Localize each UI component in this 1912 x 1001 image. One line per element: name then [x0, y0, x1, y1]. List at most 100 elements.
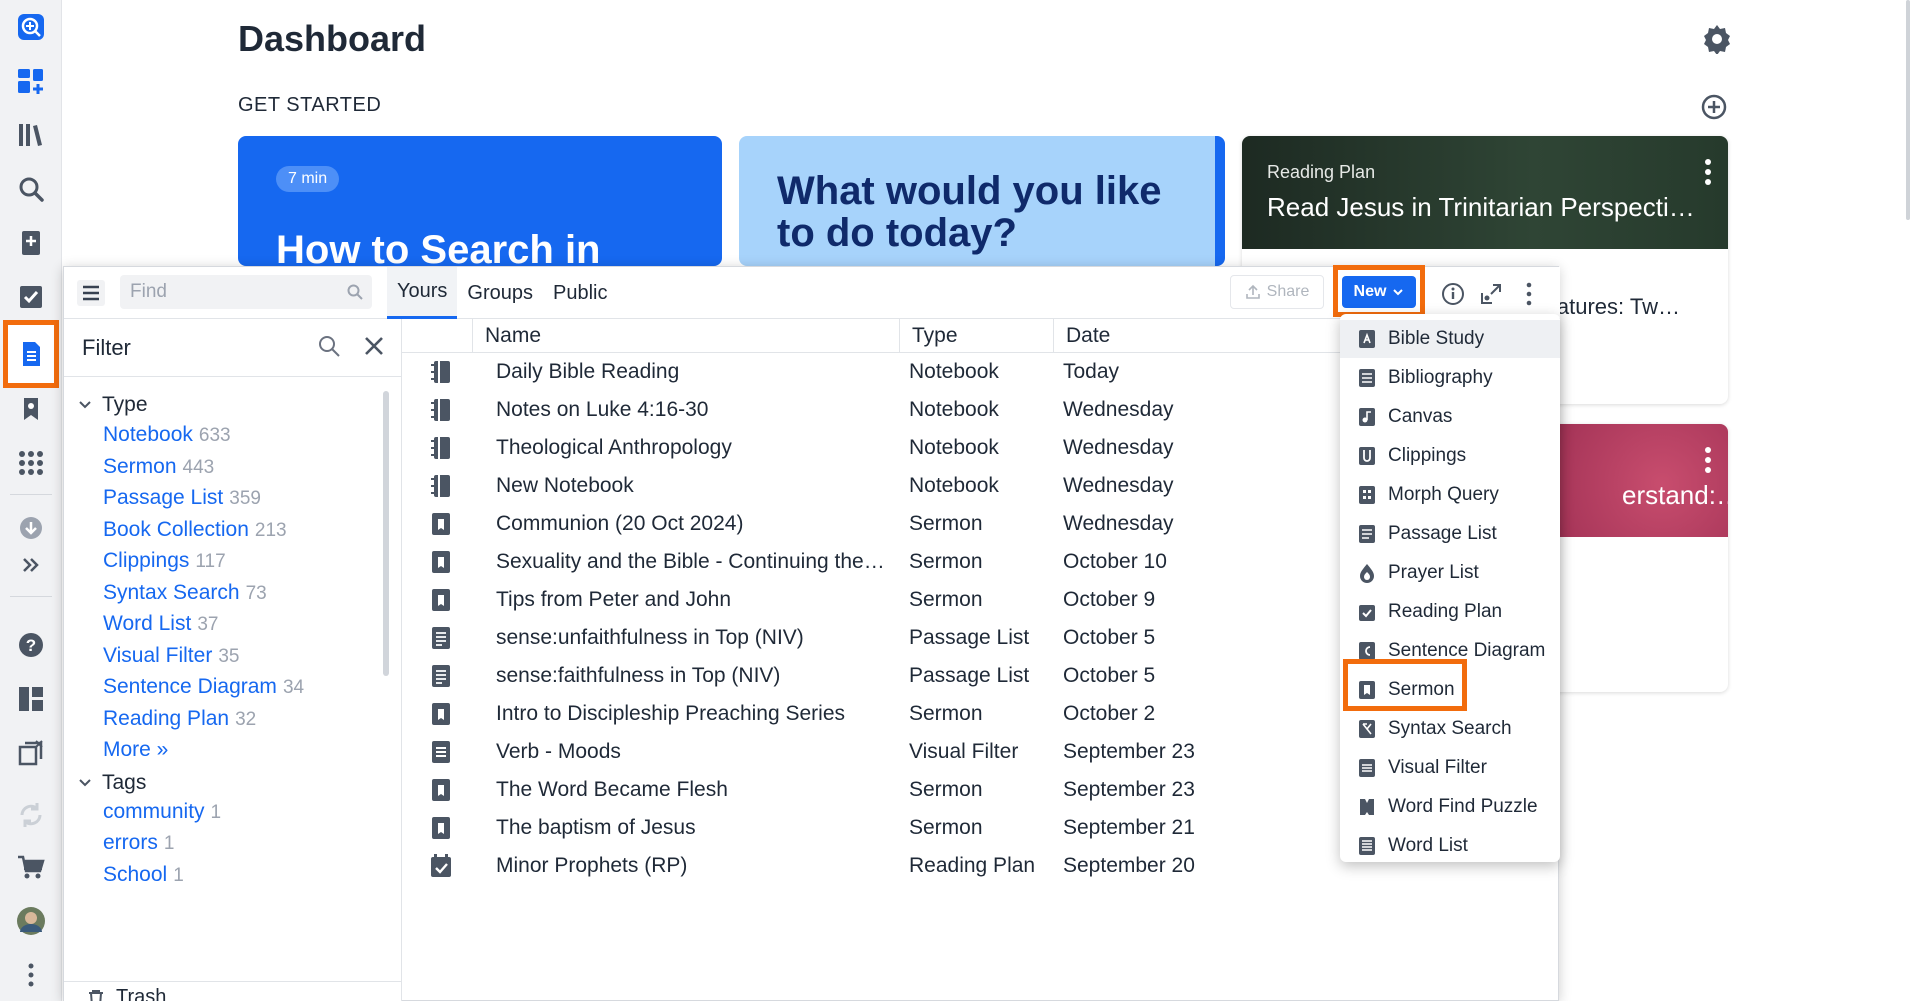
filter-item-reading-plan[interactable]: Reading Plan 32	[103, 707, 256, 731]
filter-more-link[interactable]: More »	[103, 738, 168, 762]
svg-text:?: ?	[26, 636, 36, 655]
row-type: Passage List	[909, 664, 1030, 687]
search-icon[interactable]	[317, 334, 341, 358]
menu-item-canvas[interactable]: Canvas	[1340, 398, 1560, 436]
cart-icon[interactable]	[8, 844, 54, 890]
documents-icon[interactable]	[3, 320, 59, 388]
search-icon	[347, 284, 363, 300]
card-what-to-do[interactable]: What would you like to do today?	[739, 136, 1225, 266]
documents-tabs: Yours Groups Public	[387, 267, 618, 319]
row-type: Notebook	[909, 398, 999, 421]
notebook-icon	[426, 429, 456, 467]
more-vertical-icon[interactable]	[8, 952, 54, 998]
row-date: September 23	[1063, 740, 1195, 763]
filter-sidebar: Filter Type Notebook 633 Sermon 443 Passag…	[64, 319, 402, 1001]
filter-item-label: Passage List	[103, 486, 224, 509]
column-name-header[interactable]: Name	[472, 319, 874, 353]
menu-icon[interactable]	[76, 279, 106, 307]
info-icon[interactable]	[1440, 281, 1466, 307]
row-name: Intro to Discipleship Preaching Series	[496, 702, 846, 725]
filter-item-label: Visual Filter	[103, 644, 213, 667]
filter-scrollbar[interactable]	[383, 391, 389, 676]
menu-item-morph-query[interactable]: Morph Query	[1340, 476, 1560, 514]
filter-item-clippings[interactable]: Clippings 117	[103, 549, 226, 573]
filter-item-book-collection[interactable]: Book Collection 213	[103, 518, 287, 542]
card-menu-icon[interactable]	[1704, 158, 1712, 186]
sync-icon[interactable]	[8, 792, 54, 838]
facet-tags-toggle[interactable]: Tags	[78, 769, 146, 797]
filter-item-notebook[interactable]: Notebook 633	[103, 423, 231, 447]
column-type-header[interactable]: Type	[899, 319, 1053, 353]
menu-item-visual-filter[interactable]: Visual Filter	[1340, 749, 1560, 787]
trash-item[interactable]: Trash	[64, 981, 401, 1001]
row-type: Visual Filter	[909, 740, 1019, 763]
find-input[interactable]	[120, 275, 330, 309]
filter-item-sentence-diagram[interactable]: Sentence Diagram 34	[103, 675, 304, 699]
checklist-icon[interactable]	[8, 274, 54, 320]
tab-public[interactable]: Public	[543, 267, 617, 319]
filter-item-count: 32	[235, 709, 257, 730]
expand-rail-icon[interactable]	[8, 542, 54, 588]
tag-item-errors[interactable]: errors 1	[103, 831, 174, 855]
card-menu-icon[interactable]	[1704, 446, 1712, 474]
sermon-icon	[426, 771, 456, 809]
notebook-icon	[426, 467, 456, 505]
library-icon[interactable]	[8, 112, 54, 158]
menu-item-bibliography[interactable]: Bibliography	[1340, 359, 1560, 397]
layouts-icon[interactable]	[8, 676, 54, 722]
link-panel-icon[interactable]	[1478, 281, 1504, 307]
filter-item-passage-list[interactable]: Passage List 359	[103, 486, 261, 510]
share-button[interactable]: Share	[1230, 275, 1324, 309]
menu-item-prayer-list[interactable]: Prayer List	[1340, 554, 1560, 592]
card-search-tutorial[interactable]: 7 min How to Search in	[238, 136, 722, 266]
filter-item-visual-filter[interactable]: Visual Filter 35	[103, 644, 239, 668]
guides-icon[interactable]	[8, 220, 54, 266]
quickstart-icon[interactable]	[8, 4, 54, 50]
close-icon[interactable]	[362, 334, 386, 358]
menu-item-syntax-search[interactable]: Syntax Search	[1340, 710, 1560, 748]
row-type: Notebook	[909, 436, 999, 459]
filter-item-label: Clippings	[103, 549, 190, 572]
filter-item-word-list[interactable]: Word List 37	[103, 612, 218, 636]
help-icon[interactable]: ?	[8, 622, 54, 668]
tab-groups[interactable]: Groups	[457, 267, 543, 319]
add-circle-icon[interactable]	[1699, 92, 1729, 122]
facet-type-toggle[interactable]: Type	[78, 391, 148, 419]
dashboard-scrollbar[interactable]	[1904, 0, 1912, 1001]
column-date-header[interactable]: Date	[1053, 319, 1313, 353]
search-icon[interactable]	[8, 166, 54, 212]
row-name: Notes on Luke 4:16-30	[496, 398, 709, 421]
apps-grid-icon[interactable]	[8, 440, 54, 486]
scrollbar-thumb[interactable]	[1906, 0, 1910, 220]
row-type: Sermon	[909, 512, 983, 535]
menu-item-passage-list[interactable]: Passage List	[1340, 515, 1560, 553]
gear-icon[interactable]	[1702, 24, 1732, 54]
close-panels-icon[interactable]	[8, 730, 54, 776]
menu-item-clippings[interactable]: Clippings	[1340, 437, 1560, 475]
new-button[interactable]: New	[1342, 276, 1416, 308]
panel-menu-icon[interactable]	[1516, 281, 1542, 307]
sermon-icon	[426, 543, 456, 581]
filter-item-sermon[interactable]: Sermon 443	[103, 455, 214, 479]
tag-item-community[interactable]: community 1	[103, 800, 221, 824]
row-name: The baptism of Jesus	[496, 816, 696, 839]
avatar[interactable]	[8, 898, 54, 944]
bookmark-tag-icon[interactable]	[8, 386, 54, 432]
filter-item-label: Sermon	[103, 455, 177, 478]
menu-item-reading-plan[interactable]: Reading Plan	[1340, 593, 1560, 631]
dashboard-icon[interactable]	[8, 58, 54, 104]
menu-item-bible-study[interactable]: Bible Study	[1340, 320, 1560, 358]
tab-yours[interactable]: Yours	[387, 267, 458, 319]
row-date: Wednesday	[1063, 512, 1174, 535]
tag-item-school[interactable]: School 1	[103, 863, 184, 887]
menu-item-label: Passage List	[1388, 523, 1497, 544]
app-root: { "dashboard": { "title": "Dashboard", "…	[0, 0, 1912, 1001]
menu-item-label: Morph Query	[1388, 484, 1499, 505]
filter-item-syntax-search[interactable]: Syntax Search 73	[103, 581, 267, 605]
menu-item-word-find-puzzle[interactable]: Word Find Puzzle	[1340, 788, 1560, 826]
filter-header: Filter	[64, 319, 401, 377]
find-field[interactable]	[120, 275, 372, 309]
menu-item-word-list[interactable]: Word List	[1340, 827, 1560, 865]
share-label: Share	[1266, 283, 1310, 300]
card-subtitle: latures: Tw…	[1552, 294, 1680, 319]
